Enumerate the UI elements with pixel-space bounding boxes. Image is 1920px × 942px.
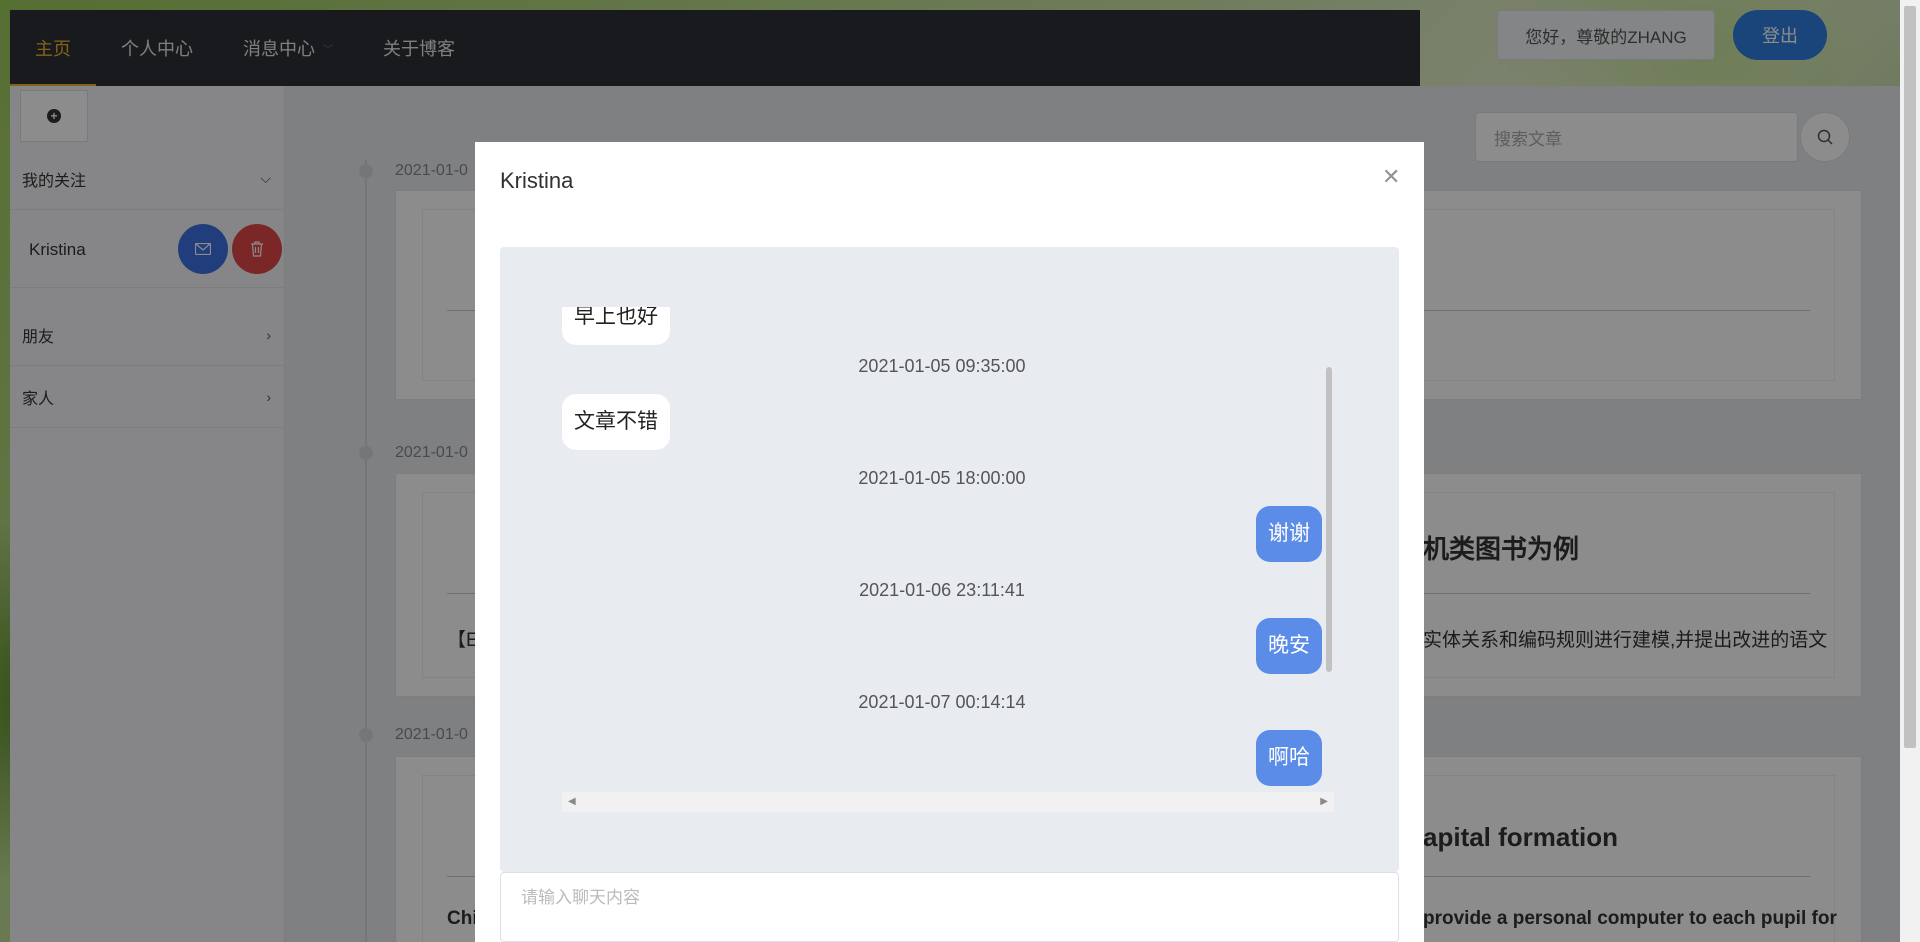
dialog-title: Kristina [500,168,574,193]
close-icon[interactable]: ✕ [1382,164,1400,190]
message-bubble: 文章不错 [562,394,670,450]
chat-dialog: Kristina ✕ 早上也好 2021-01-05 09:35:00 文章不错… [475,142,1424,942]
page-scrollbar-thumb[interactable] [1904,6,1916,748]
scroll-left-icon[interactable]: ◀ [568,796,576,807]
chat-input[interactable]: 请输入聊天内容 [500,872,1399,942]
chat-input-placeholder: 请输入聊天内容 [521,888,640,907]
message-bubble: 早上也好 [562,307,670,345]
scroll-right-icon[interactable]: ▶ [1320,796,1328,807]
chat-viewport: 早上也好 2021-01-05 09:35:00 文章不错 2021-01-05… [562,307,1322,797]
message-timestamp: 2021-01-06 23:11:41 [859,580,1025,600]
message-bubble: 晚安 [1256,618,1322,674]
chat-history[interactable]: 早上也好 2021-01-05 09:35:00 文章不错 2021-01-05… [500,247,1399,872]
chat-horizontal-scrollbar[interactable]: ◀ ▶ [562,792,1334,812]
message-bubble: 啊哈 [1256,730,1322,786]
message-timestamp: 2021-01-05 09:35:00 [858,356,1026,376]
message-timestamp: 2021-01-05 18:00:00 [858,468,1026,488]
message-bubble: 谢谢 [1256,506,1322,562]
message-timestamp: 2021-01-07 00:14:14 [858,692,1026,712]
chat-scrollbar-thumb[interactable] [1326,367,1332,672]
